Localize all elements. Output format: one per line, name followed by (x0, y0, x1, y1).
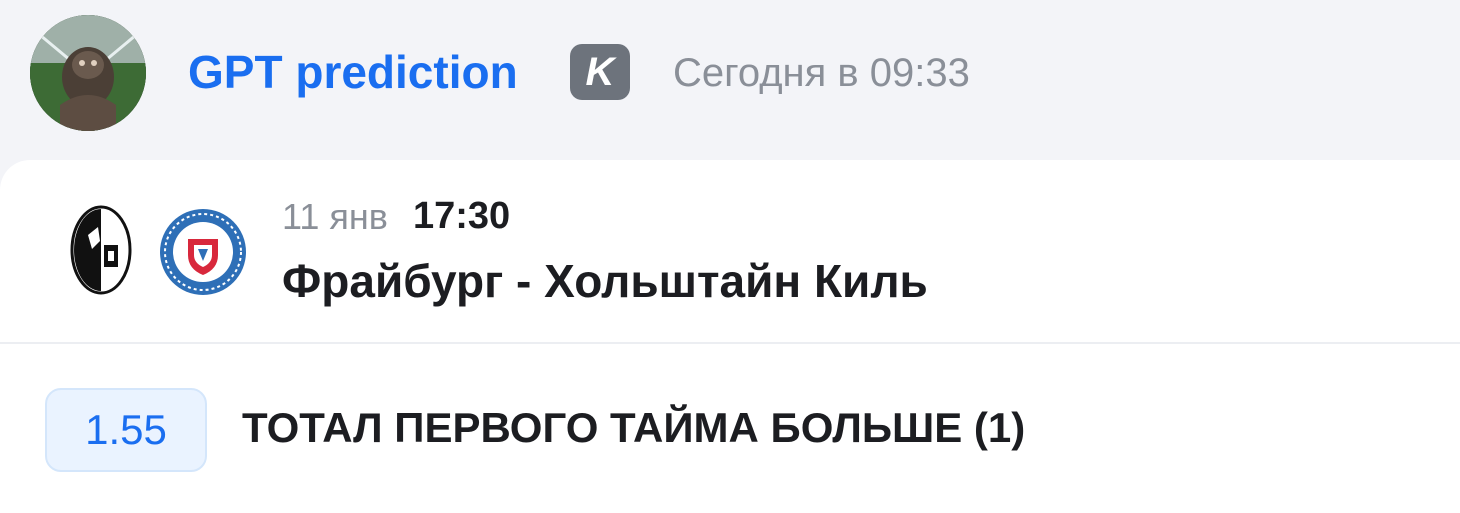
odds-badge[interactable]: 1.55 (45, 388, 207, 472)
avatar[interactable] (30, 15, 146, 131)
bet-description: ТОТАЛ ПЕРВОГО ТАЙМА БОЛЬШЕ (1) (242, 404, 1026, 451)
holstein-kiel-crest-icon (158, 207, 248, 297)
avatar-image-icon (30, 15, 146, 131)
author-name[interactable]: GPT prediction (188, 44, 518, 100)
match-title[interactable]: Фрайбург - Хольштайн Киль (282, 253, 928, 309)
freiburg-crest-icon (70, 205, 132, 295)
post-timestamp: Сегодня в 09:33 (673, 51, 970, 95)
bet-row[interactable]: 1.55 ТОТАЛ ПЕРВОГО ТАЙМА БОЛЬШЕ (1) (0, 344, 1460, 494)
match-row[interactable]: 11 янв 17:30 Фрайбург - Хольштайн Киль (0, 160, 1460, 344)
verified-badge: K (570, 44, 630, 100)
prediction-card[interactable]: 11 янв 17:30 Фрайбург - Хольштайн Киль 1… (0, 160, 1460, 513)
match-time: 17:30 (413, 195, 511, 237)
prediction-post: GPT prediction K Сегодня в 09:33 11 янв … (0, 0, 1460, 513)
match-date: 11 янв (282, 196, 388, 237)
post-header: GPT prediction K Сегодня в 09:33 (0, 0, 1460, 160)
